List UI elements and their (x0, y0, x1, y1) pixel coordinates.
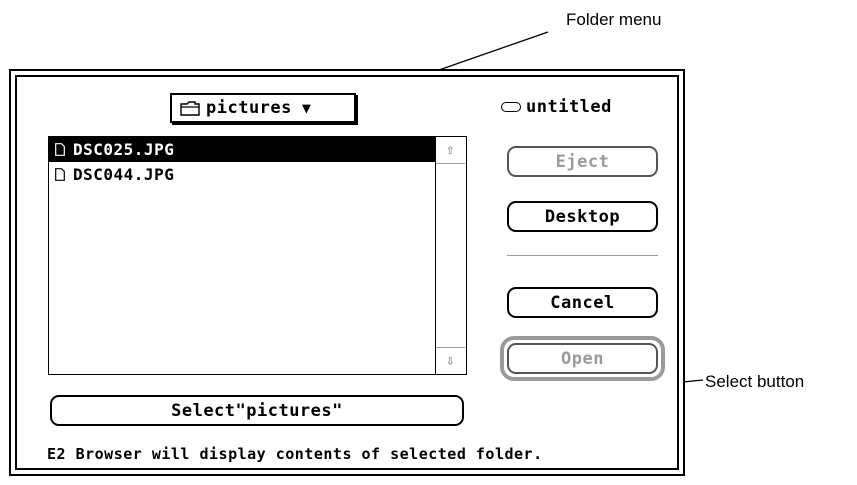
select-folder-button[interactable]: Select"pictures" (50, 395, 464, 426)
status-text: E2 Browser will display contents of sele… (47, 445, 543, 463)
cancel-button[interactable]: Cancel (507, 287, 658, 318)
folder-menu-callout-label: Folder menu (566, 10, 662, 29)
button-separator (507, 255, 658, 256)
folder-icon (180, 100, 200, 116)
file-name: DSC025.JPG (73, 140, 175, 159)
disk-name: untitled (501, 97, 612, 117)
list-item[interactable]: DSC044.JPG (49, 162, 435, 187)
select-button-callout-label: Select button (705, 372, 805, 391)
file-list-rows: DSC025.JPG DSC044.JPG (49, 137, 435, 187)
open-button[interactable]: Open (507, 343, 658, 374)
list-item[interactable]: DSC025.JPG (49, 137, 435, 162)
desktop-button[interactable]: Desktop (507, 201, 658, 232)
scroll-down-arrow-icon[interactable]: ⇩ (436, 347, 465, 374)
document-icon (55, 143, 65, 156)
vertical-scrollbar[interactable]: ⇧ ⇩ (435, 137, 466, 374)
disk-label: untitled (526, 97, 612, 117)
disk-icon (501, 102, 521, 112)
file-list[interactable]: DSC025.JPG DSC044.JPG ⇧ ⇩ (48, 136, 467, 375)
eject-button[interactable]: Eject (507, 146, 658, 177)
folder-popup-label: pictures (206, 98, 292, 118)
chevron-down-icon: ▼ (301, 99, 312, 117)
scroll-up-arrow-icon[interactable]: ⇧ (436, 137, 465, 164)
document-icon (55, 168, 65, 181)
folder-popup-menu[interactable]: pictures ▼ (170, 93, 356, 123)
dialog-frame: pictures ▼ untitled DSC025.JPG DSC044.JP… (15, 75, 679, 470)
file-name: DSC044.JPG (73, 165, 175, 184)
open-file-dialog: pictures ▼ untitled DSC025.JPG DSC044.JP… (9, 69, 685, 476)
